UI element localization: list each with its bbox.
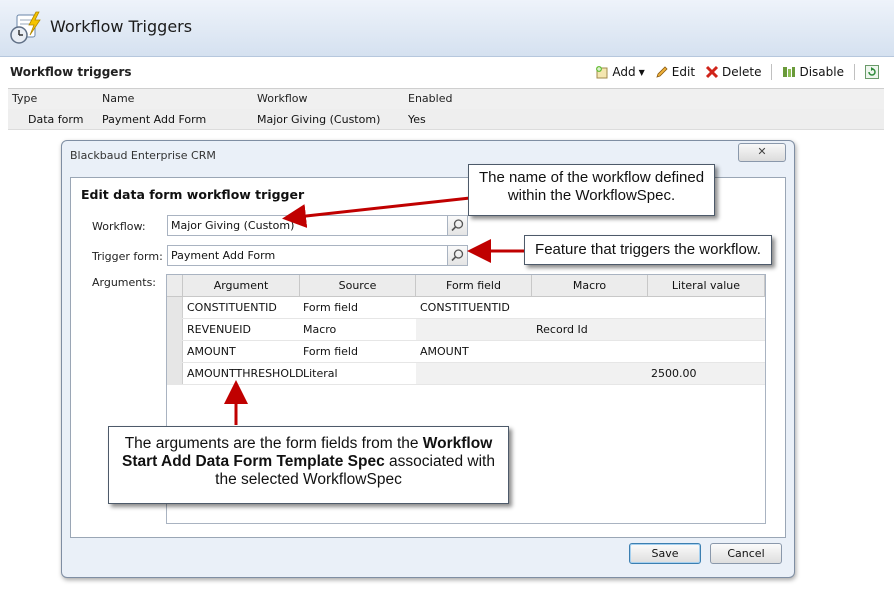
workflow-callout-line1: The name of the workflow defined [478,169,705,186]
workflow-callout: The name of the workflow defined within … [468,164,715,216]
workflow-arrow [282,196,471,228]
workflow-callout-line2: within the WorkflowSpec. [507,187,676,204]
arguments-callout: The arguments are the form fields from t… [108,426,509,504]
trigger-callout: Feature that triggers the workflow. [524,235,772,265]
annotation-arrows [224,196,524,425]
arguments-callout-text1: The arguments are the form fields from t… [124,435,423,452]
